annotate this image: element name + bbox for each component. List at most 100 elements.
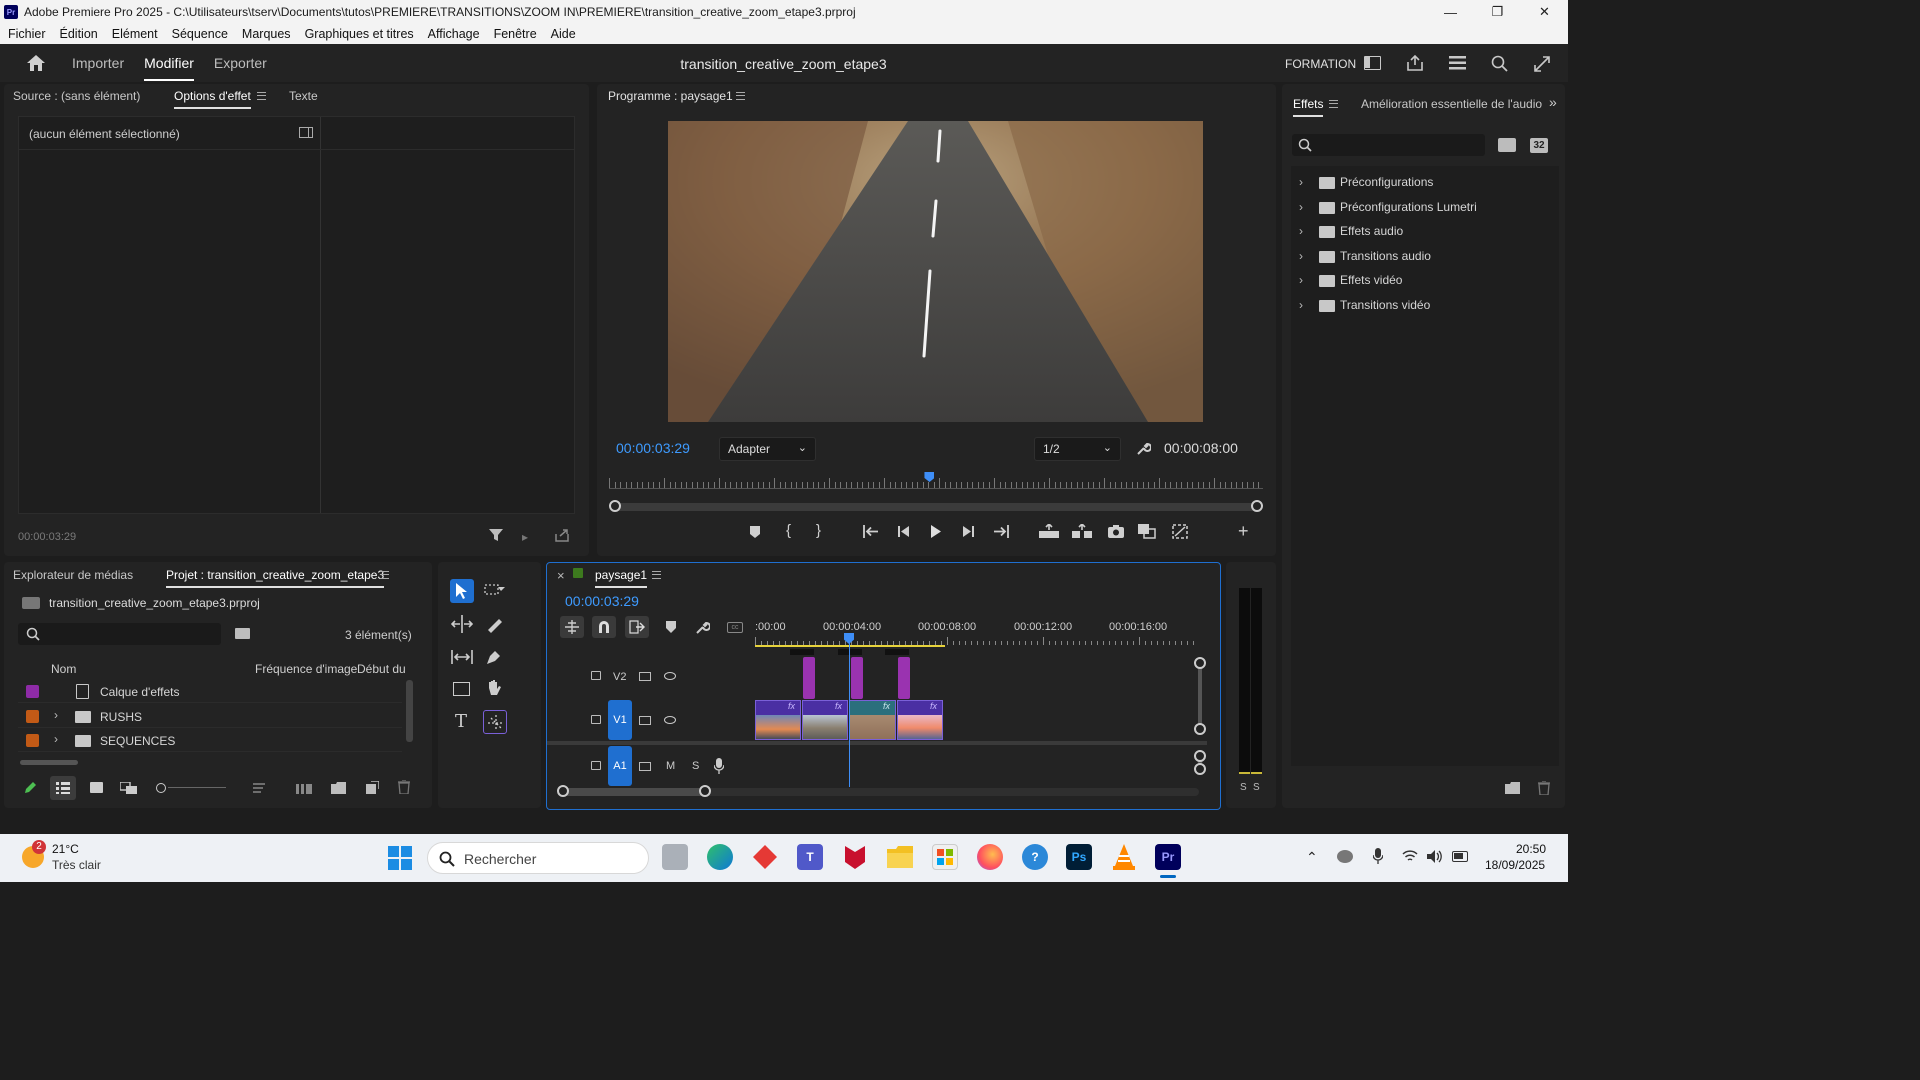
effects-tree-item[interactable]: › Effets vidéo: [1291, 271, 1551, 291]
track-target-a1[interactable]: A1: [608, 746, 632, 786]
battery-icon[interactable]: [1452, 851, 1468, 862]
snap-magnet-icon[interactable]: [592, 616, 616, 638]
slip-tool-icon[interactable]: [451, 648, 473, 669]
column-name[interactable]: Nom: [51, 662, 76, 676]
project-search-input[interactable]: [18, 623, 221, 645]
program-monitor-title[interactable]: Programme : paysage1: [608, 89, 733, 103]
weather-widget[interactable]: 2 21°C Très clair: [18, 840, 128, 876]
program-time-ruler[interactable]: [609, 473, 1263, 489]
label-color-swatch[interactable]: [26, 709, 39, 723]
icon-view-icon[interactable]: [90, 782, 103, 793]
video-clip-1[interactable]: fx: [755, 700, 801, 740]
wifi-icon[interactable]: [1402, 850, 1418, 865]
chevron-right-icon[interactable]: ›: [1299, 249, 1303, 263]
chevron-right-icon[interactable]: ›: [54, 732, 58, 746]
filter-icon[interactable]: [489, 528, 503, 545]
step-forward-icon[interactable]: [961, 525, 974, 541]
compare-view-icon[interactable]: [1138, 524, 1156, 542]
home-icon[interactable]: [26, 54, 46, 72]
thumbnail-zoom-slider[interactable]: [156, 783, 226, 793]
menu-affichage[interactable]: Affichage: [428, 27, 480, 41]
lock-icon[interactable]: [591, 715, 601, 724]
panel-menu-icon[interactable]: [257, 92, 266, 100]
solo-right-button[interactable]: S: [1253, 782, 1260, 793]
step-back-icon[interactable]: [898, 525, 911, 541]
type-tool-icon[interactable]: T: [455, 711, 467, 732]
tab-effect-options[interactable]: Options d'effet: [174, 89, 251, 109]
proxy-toggle-icon[interactable]: [1172, 524, 1188, 542]
track-target-v1[interactable]: V1: [608, 700, 632, 740]
track-select-tool-icon[interactable]: [484, 582, 506, 603]
go-to-out-icon[interactable]: [993, 525, 1009, 541]
list-view-icon[interactable]: [50, 776, 76, 800]
edge-icon[interactable]: [707, 844, 733, 870]
fit-dropdown[interactable]: Adapter ⌄: [719, 437, 816, 461]
microphone-icon[interactable]: [713, 758, 725, 777]
video-clip-3[interactable]: fx: [849, 700, 896, 740]
ripple-edit-tool-icon[interactable]: [450, 615, 474, 636]
help-icon[interactable]: ?: [1022, 844, 1048, 870]
label-color-swatch[interactable]: [26, 734, 39, 747]
menu-fenetre[interactable]: Fenêtre: [494, 27, 537, 41]
rectangle-tool-icon[interactable]: [453, 682, 470, 696]
timeline-zoom-scrollbar[interactable]: [557, 785, 1199, 797]
effects-search-input[interactable]: [1292, 134, 1485, 156]
selection-tool-icon[interactable]: [450, 579, 474, 603]
insert-nest-icon[interactable]: [560, 616, 584, 638]
vlc-icon[interactable]: [1111, 844, 1137, 870]
delete-icon[interactable]: [1538, 780, 1550, 798]
chevron-right-icon[interactable]: ›: [1299, 273, 1303, 287]
timeline-timecode[interactable]: 00:00:03:29: [565, 593, 639, 609]
lock-icon[interactable]: [591, 671, 601, 680]
tab-media-browser[interactable]: Explorateur de médias: [13, 568, 133, 582]
adjustment-layer-clip[interactable]: [898, 657, 910, 699]
project-vertical-scrollbar[interactable]: [406, 680, 413, 742]
solo-button[interactable]: S: [692, 760, 699, 772]
video-clip-4[interactable]: fx: [897, 700, 943, 740]
project-item-row[interactable]: Calque d'effets: [18, 681, 402, 703]
effects-tree-item[interactable]: › Effets audio: [1291, 222, 1551, 242]
menu-fichier[interactable]: Fichier: [8, 27, 46, 41]
add-marker-icon[interactable]: [666, 621, 676, 636]
minimize-button[interactable]: —: [1427, 0, 1474, 24]
play-button[interactable]: [930, 525, 942, 541]
photoshop-icon[interactable]: Ps: [1066, 844, 1092, 870]
clock-date[interactable]: 18/09/2025: [1485, 858, 1545, 872]
adjustment-layer-clip[interactable]: [851, 657, 863, 699]
store-icon[interactable]: [932, 844, 958, 870]
effects-menu-icon[interactable]: [1329, 100, 1338, 108]
menu-sequence[interactable]: Séquence: [172, 27, 228, 41]
network-status-icon[interactable]: [1337, 850, 1353, 863]
column-media-start[interactable]: Début du: [357, 662, 406, 676]
sequence-menu-icon[interactable]: [652, 571, 661, 579]
lock-icon[interactable]: [591, 761, 601, 770]
close-window-button[interactable]: ✕: [1521, 0, 1568, 24]
column-frame-rate[interactable]: Fréquence d'image: [255, 662, 357, 676]
tab-source[interactable]: Source : (sans élément): [13, 89, 140, 103]
mark-in-icon[interactable]: {: [786, 522, 791, 539]
mark-out-icon[interactable]: }: [816, 522, 821, 539]
program-menu-icon[interactable]: [736, 92, 745, 100]
eye-icon[interactable]: [664, 672, 676, 680]
play-audio-icon[interactable]: ▸: [522, 530, 528, 544]
video-clip-2[interactable]: fx: [802, 700, 848, 740]
chevron-right-icon[interactable]: ›: [1299, 224, 1303, 238]
chevron-right-icon[interactable]: ›: [1299, 175, 1303, 189]
settings-wrench-icon[interactable]: [1136, 441, 1152, 459]
program-zoom-scrollbar[interactable]: [609, 500, 1263, 512]
new-item-icon[interactable]: [366, 780, 380, 797]
chevron-right-icon[interactable]: ›: [1299, 200, 1303, 214]
video-track-scrollbar[interactable]: [1194, 657, 1206, 735]
freeform-view-icon[interactable]: [119, 781, 138, 797]
taskbar-search[interactable]: Rechercher: [427, 842, 649, 874]
tab-project[interactable]: Projet : transition_creative_zoom_etape3: [166, 568, 385, 588]
automate-to-sequence-icon[interactable]: [296, 782, 312, 797]
mute-button[interactable]: M: [666, 760, 675, 772]
linked-selection-icon[interactable]: [625, 616, 649, 638]
remix-tool-icon[interactable]: [483, 710, 507, 734]
project-item-row[interactable]: › RUSHS: [18, 706, 402, 728]
close-sequence-icon[interactable]: ×: [557, 568, 565, 583]
project-menu-icon[interactable]: [380, 571, 389, 579]
firefox-icon[interactable]: [977, 844, 1003, 870]
sync-lock-icon[interactable]: [639, 672, 651, 681]
